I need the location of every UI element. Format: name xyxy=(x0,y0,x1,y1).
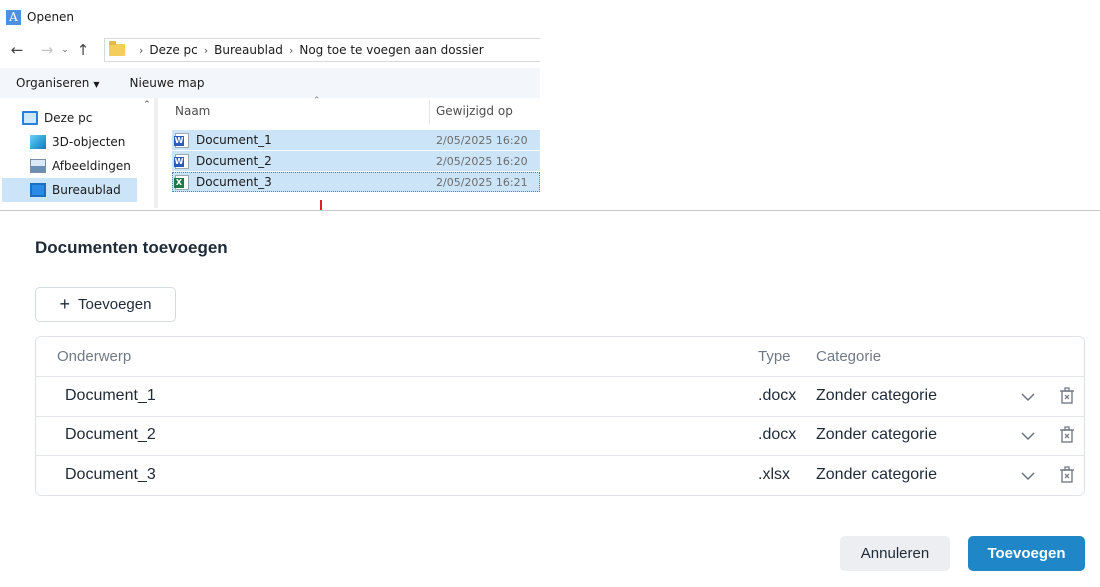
column-name-label: Naam xyxy=(175,104,211,118)
add-button-label: Toevoegen xyxy=(78,296,152,313)
forward-arrow-icon[interactable]: → xyxy=(36,39,58,61)
row-type: .docx xyxy=(758,387,797,404)
add-documents-modal: Documenten toevoegen + Toevoegen Onderwe… xyxy=(0,210,1100,587)
desktop-icon xyxy=(30,183,46,197)
breadcrumb-item[interactable]: Nog toe te voegen aan dossier xyxy=(299,43,483,57)
nav-item-desktop[interactable]: Bureaublad xyxy=(2,178,137,202)
file-row[interactable]: W Document_1 2/05/2025 16:20 xyxy=(172,130,540,150)
nav-item-label: Bureaublad xyxy=(52,183,121,197)
file-name: Document_1 xyxy=(196,133,272,147)
row-type: .docx xyxy=(758,426,797,443)
new-folder-label: Nieuwe map xyxy=(129,76,205,90)
nav-item-this-pc[interactable]: Deze pc xyxy=(22,106,137,130)
delete-icon[interactable] xyxy=(1059,466,1075,484)
column-separator[interactable] xyxy=(429,100,430,124)
chevron-down-icon[interactable] xyxy=(1020,468,1036,484)
confirm-add-button[interactable]: Toevoegen xyxy=(968,536,1085,571)
excel-file-icon: X xyxy=(174,175,189,190)
word-file-icon: W xyxy=(174,154,189,169)
command-bar: Organiseren ▼ Nieuwe map xyxy=(0,68,540,98)
nav-item-label: Afbeeldingen xyxy=(52,159,131,173)
computer-icon xyxy=(22,111,38,125)
add-button[interactable]: + Toevoegen xyxy=(35,287,176,322)
header-type: Type xyxy=(758,348,791,365)
breadcrumb-item[interactable]: Deze pc xyxy=(149,43,197,57)
delete-icon[interactable] xyxy=(1059,426,1075,444)
dialog-title: Openen xyxy=(27,10,75,24)
cube-icon xyxy=(30,135,46,149)
word-file-icon: W xyxy=(174,133,189,148)
plus-icon: + xyxy=(59,294,71,314)
table-row: Document_3 .xlsx Zonder categorie xyxy=(36,456,1084,495)
nav-item-label: Deze pc xyxy=(44,111,93,125)
column-header-modified[interactable]: Gewijzigd op xyxy=(436,98,540,124)
file-list: Naam ⌃ Gewijzigd op W Document_1 2/05/20… xyxy=(158,96,540,210)
dialog-titlebar: A Openen xyxy=(0,0,540,34)
row-subject[interactable]: Document_2 xyxy=(65,426,156,444)
documents-table: Onderwerp Type Categorie Document_1 .doc… xyxy=(35,336,1085,496)
table-row: Document_1 .docx Zonder categorie xyxy=(36,377,1084,417)
column-modified-label: Gewijzigd op xyxy=(436,104,513,118)
file-modified: 2/05/2025 16:20 xyxy=(436,133,528,147)
nav-item-label: 3D-objecten xyxy=(52,135,126,149)
table-row: Document_2 .docx Zonder categorie xyxy=(36,416,1084,456)
column-header-name[interactable]: Naam ⌃ xyxy=(175,96,429,124)
new-folder-button[interactable]: Nieuwe map xyxy=(114,76,219,90)
file-row[interactable]: X Document_3 2/05/2025 16:21 xyxy=(172,172,540,192)
file-modified: 2/05/2025 16:20 xyxy=(436,154,528,168)
row-subject[interactable]: Document_3 xyxy=(65,466,156,484)
file-name: Document_2 xyxy=(196,154,272,168)
nav-item-pictures[interactable]: Afbeeldingen xyxy=(30,154,137,178)
scroll-up-arrow-icon[interactable]: ⌃ xyxy=(141,100,153,112)
file-row[interactable]: W Document_2 2/05/2025 16:20 xyxy=(172,151,540,171)
file-modified: 2/05/2025 16:21 xyxy=(436,175,528,189)
dropdown-caret-icon: ▼ xyxy=(93,80,100,89)
address-bar[interactable]: › Deze pc › Bureaublad › Nog toe te voeg… xyxy=(104,38,540,62)
nav-item-3d-objects[interactable]: 3D-objecten xyxy=(30,130,137,154)
chevron-down-icon[interactable] xyxy=(1020,428,1036,444)
delete-icon[interactable] xyxy=(1059,387,1075,405)
chevron-right-icon: › xyxy=(203,43,209,57)
chevron-down-icon[interactable] xyxy=(1020,389,1036,405)
pictures-icon xyxy=(30,159,46,173)
back-arrow-icon[interactable]: ← xyxy=(6,39,28,61)
chevron-right-icon: › xyxy=(139,43,144,57)
table-header: Onderwerp Type Categorie xyxy=(36,337,1084,377)
chevron-right-icon: › xyxy=(288,43,294,57)
organize-menu-button[interactable]: Organiseren ▼ xyxy=(0,76,114,90)
folder-icon xyxy=(109,41,125,56)
navigation-bar: ← → ⌄ ↑ › Deze pc › Bureaublad › Nog toe… xyxy=(0,36,540,64)
header-subject: Onderwerp xyxy=(57,348,132,365)
recent-chevron-down-icon[interactable]: ⌄ xyxy=(58,39,72,61)
category-select[interactable]: Zonder categorie xyxy=(816,426,937,444)
app-icon: A xyxy=(6,9,21,25)
file-name: Document_3 xyxy=(196,175,272,189)
category-select[interactable]: Zonder categorie xyxy=(816,466,937,484)
modal-title: Documenten toevoegen xyxy=(35,238,228,257)
breadcrumb-item[interactable]: Bureaublad xyxy=(214,43,283,57)
header-category: Categorie xyxy=(816,348,882,365)
file-open-dialog: A Openen ← → ⌄ ↑ › Deze pc › Bureaublad … xyxy=(0,0,540,210)
up-arrow-icon[interactable]: ↑ xyxy=(72,39,94,61)
navigation-pane: Deze pc 3D-objecten Afbeeldingen Bureaub… xyxy=(0,98,140,206)
cancel-button[interactable]: Annuleren xyxy=(840,536,950,571)
sort-ascending-icon: ⌃ xyxy=(313,96,321,106)
category-select[interactable]: Zonder categorie xyxy=(816,387,937,405)
row-subject[interactable]: Document_1 xyxy=(65,387,156,405)
organize-label: Organiseren xyxy=(16,76,90,90)
row-type: .xlsx xyxy=(758,466,790,483)
